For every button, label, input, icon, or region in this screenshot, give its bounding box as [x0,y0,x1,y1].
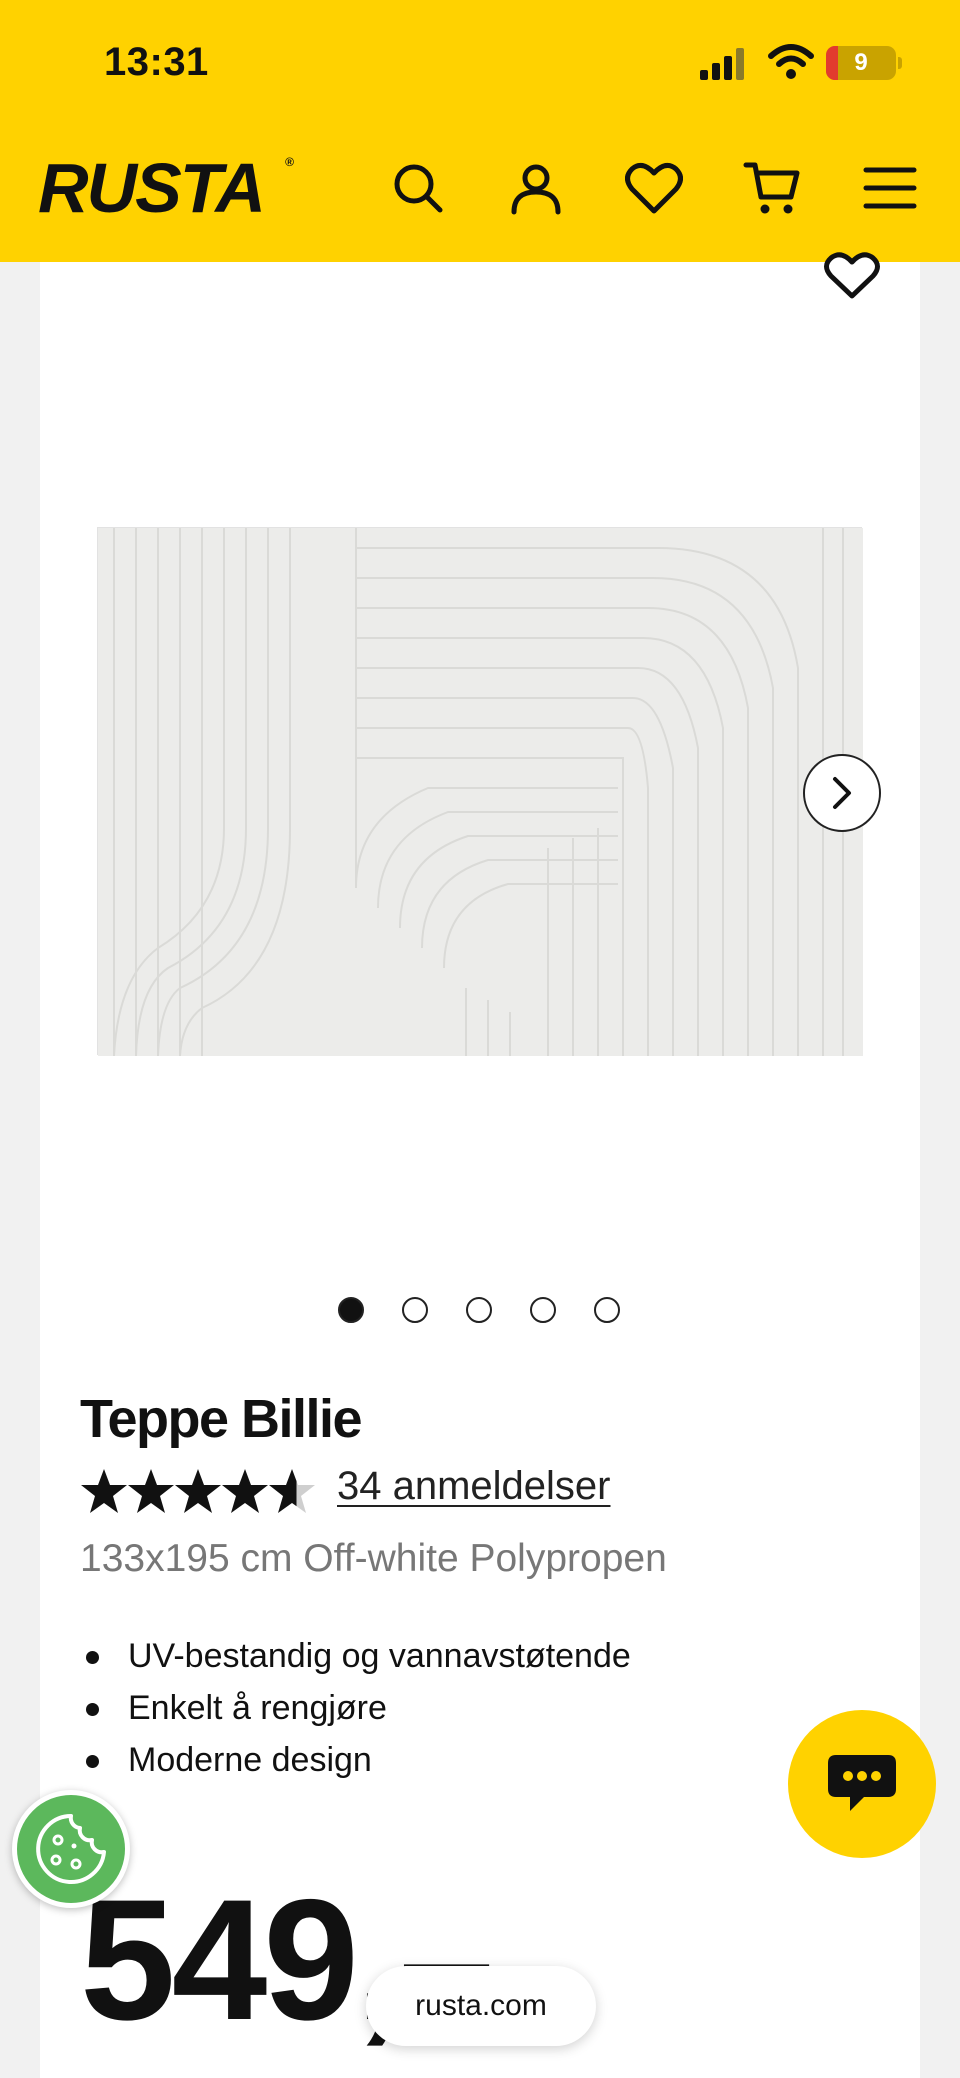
carousel-dot-2[interactable] [402,1297,428,1323]
browser-url-bar[interactable]: rusta.com [366,1966,596,2046]
product-image[interactable] [97,527,863,1057]
user-icon[interactable] [504,156,568,220]
signal-icon [700,48,744,80]
wifi-icon [768,44,814,79]
carousel-dot-5[interactable] [594,1297,620,1323]
battery-level: 9 [854,49,868,76]
chat-button[interactable] [788,1710,936,1858]
chevron-right-icon [833,777,851,809]
next-image-button[interactable] [803,754,881,832]
cart-icon[interactable] [740,156,804,220]
reviews-link[interactable]: 34 anmeldelser [337,1464,611,1509]
logo-text: RUSTA [38,149,266,227]
add-to-favorites-icon[interactable] [822,248,882,304]
battery-indicator: 9 [826,46,902,80]
feature-item: Moderne design [80,1734,631,1786]
carousel-dot-1[interactable] [338,1297,364,1323]
rusta-logo[interactable]: RUSTA ® [38,152,298,224]
cookie-icon [36,1814,106,1884]
image-carousel-dots [338,1297,620,1323]
rating-stars [80,1465,322,1517]
heart-icon[interactable] [622,156,686,220]
cookie-settings-button[interactable] [12,1790,130,1908]
feature-item: UV-bestandig og vannavstøtende [80,1630,631,1682]
feature-item: Enkelt å rengjøre [80,1682,631,1734]
site-header: 13:31 9 RUSTA ® [0,0,960,262]
chat-bubble-icon [828,1755,896,1811]
menu-icon[interactable] [858,156,922,220]
product-variant-description: 133x195 cm Off-white Polypropen [80,1537,667,1580]
carousel-dot-4[interactable] [530,1297,556,1323]
product-title: Teppe Billie [80,1389,363,1449]
search-icon[interactable] [386,156,450,220]
carousel-dot-3[interactable] [466,1297,492,1323]
registered-mark: ® [285,155,294,169]
status-time: 13:31 [104,40,209,84]
product-features-list: UV-bestandig og vannavstøtende Enkelt å … [80,1630,631,1786]
